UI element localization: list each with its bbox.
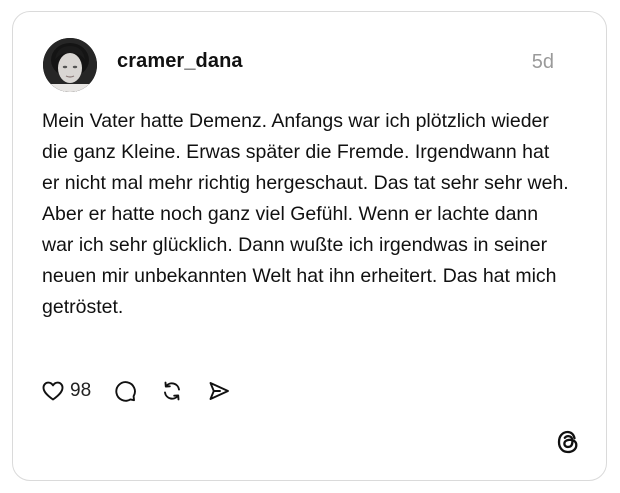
post-text: Mein Vater hatte Demenz. Anfangs war ich… <box>42 110 569 318</box>
post-card: cramer_dana 5d Mein Vater hatte Demenz. … <box>12 11 607 481</box>
share-button[interactable] <box>207 379 231 403</box>
repost-button[interactable] <box>160 379 184 403</box>
reply-button[interactable] <box>113 379 137 403</box>
post-timestamp: 5d <box>531 51 554 73</box>
post-actions: 98 <box>41 376 231 406</box>
repost-arrows-icon <box>164 381 181 401</box>
send-arrow-icon <box>209 382 230 400</box>
heart-outline-icon <box>42 381 64 401</box>
avatar[interactable] <box>43 38 97 92</box>
like-count: 98 <box>70 380 92 401</box>
like-button[interactable]: 98 <box>41 379 113 403</box>
avatar-image <box>43 38 97 92</box>
speech-bubble-icon <box>115 381 137 402</box>
username[interactable]: cramer_dana <box>117 50 243 73</box>
threads-logo-icon[interactable] <box>554 428 582 456</box>
